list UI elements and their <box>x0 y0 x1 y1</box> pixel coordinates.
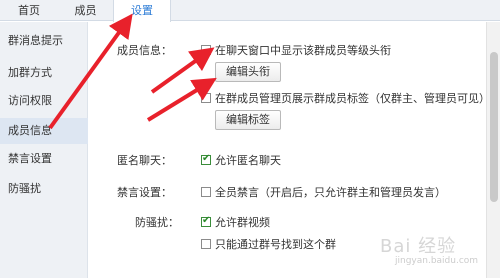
allow-anonymous-option[interactable]: 允许匿名聊天 <box>201 152 281 168</box>
allow-group-video-text: 允许群视频 <box>215 216 270 229</box>
allow-anonymous-checkbox[interactable] <box>201 153 211 165</box>
allow-group-video-option[interactable]: 允许群视频 <box>201 214 270 230</box>
sidebar-item-message-alert[interactable]: 群消息提示 <box>0 28 88 54</box>
tab-settings[interactable]: 设置 <box>113 0 171 22</box>
top-tab-bar: 首页 成员 设置 <box>0 0 500 22</box>
find-by-number-only-option[interactable]: 只能通过群号找到这个群 <box>201 236 336 252</box>
scrollbar-thumb[interactable] <box>490 52 498 202</box>
show-member-tags-checkbox[interactable] <box>201 93 211 103</box>
sidebar-item-anti-harassment[interactable]: 防骚扰 <box>0 176 88 202</box>
edit-title-button[interactable]: 编辑头衔 <box>215 62 281 82</box>
find-by-number-only-text: 只能通过群号找到这个群 <box>215 238 336 251</box>
show-level-title-text: 在聊天窗口中显示该群成员等级头衔 <box>215 44 391 57</box>
edit-tags-button[interactable]: 编辑标签 <box>215 110 281 130</box>
sidebar: 群消息提示 加群方式 访问权限 成员信息 禁言设置 防骚扰 <box>0 22 88 278</box>
baidu-watermark: Bai 经验 <box>380 236 457 257</box>
sidebar-item-access-permission[interactable]: 访问权限 <box>0 88 88 114</box>
sidebar-item-mute-settings[interactable]: 禁言设置 <box>0 146 88 172</box>
show-level-title-checkbox[interactable] <box>201 45 211 55</box>
mute-settings-label: 禁言设置： <box>117 186 172 199</box>
baidu-watermark-url: jingyan.baidu.com <box>395 256 479 266</box>
anonymous-chat-label: 匿名聊天： <box>117 154 172 167</box>
anti-harassment-label: 防骚扰： <box>135 216 179 229</box>
member-info-label: 成员信息： <box>117 44 172 57</box>
tab-home[interactable]: 首页 <box>0 0 58 21</box>
mute-all-text: 全员禁言（开启后，只允许群主和管理员发言） <box>215 186 446 199</box>
sidebar-item-join-method[interactable]: 加群方式 <box>0 60 88 86</box>
allow-group-video-checkbox[interactable] <box>201 215 211 227</box>
show-level-title-option[interactable]: 在聊天窗口中显示该群成员等级头衔 <box>201 42 391 58</box>
allow-anonymous-text: 允许匿名聊天 <box>215 154 281 167</box>
mute-all-option[interactable]: 全员禁言（开启后，只允许群主和管理员发言） <box>201 184 446 200</box>
find-by-number-only-checkbox[interactable] <box>201 239 211 249</box>
mute-all-checkbox[interactable] <box>201 187 211 197</box>
sidebar-item-member-info[interactable]: 成员信息 <box>0 118 88 144</box>
show-member-tags-option[interactable]: 在群成员管理页展示群成员标签（仅群主、管理员可见） <box>201 90 490 106</box>
tab-members[interactable]: 成员 <box>58 0 113 21</box>
show-member-tags-text: 在群成员管理页展示群成员标签（仅群主、管理员可见） <box>215 92 490 105</box>
content-scrollbar[interactable] <box>486 22 500 278</box>
